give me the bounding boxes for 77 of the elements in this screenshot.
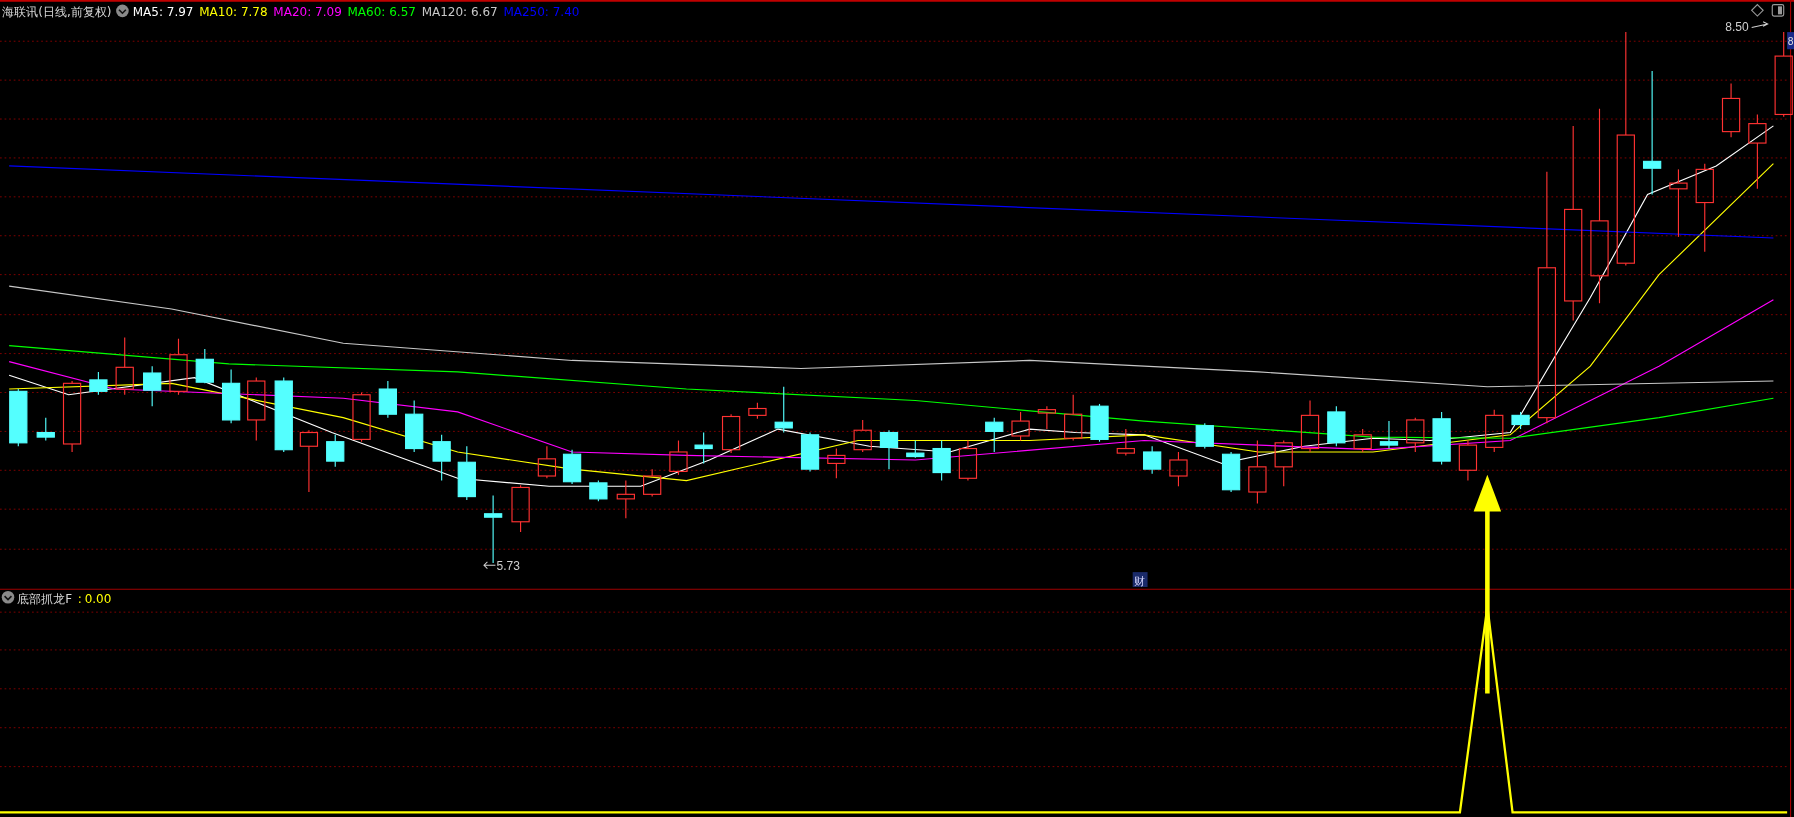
candlestick bbox=[669, 439, 688, 476]
candlestick bbox=[721, 413, 741, 454]
candlestick bbox=[1037, 405, 1057, 430]
pointer-arrow-icon bbox=[1751, 21, 1769, 28]
candlestick bbox=[221, 369, 241, 424]
candlestick bbox=[1221, 451, 1241, 493]
moving-average-label: MA5: 7.97 bbox=[132, 5, 194, 20]
candlestick bbox=[457, 445, 476, 501]
price-label: 5.73 bbox=[496, 558, 520, 573]
candlestick bbox=[879, 429, 899, 470]
moving-average-label: MA60: 6.57 bbox=[347, 5, 416, 20]
candlestick bbox=[115, 337, 134, 396]
candlestick bbox=[748, 402, 767, 420]
candlestick bbox=[853, 419, 872, 453]
candlestick bbox=[694, 431, 713, 464]
candlestick bbox=[1721, 83, 1741, 138]
candlestick bbox=[800, 431, 820, 472]
candlestick bbox=[511, 484, 530, 533]
candlestick bbox=[774, 386, 793, 434]
candlestick bbox=[1248, 439, 1267, 505]
candlestick bbox=[1669, 168, 1688, 238]
candlestick bbox=[932, 439, 951, 482]
stock-title: 海联讯(日线,前复权) bbox=[2, 5, 112, 20]
moving-average-label: MA250: 7.40 bbox=[503, 5, 580, 20]
indicator-name: 底部抓龙F bbox=[17, 592, 73, 606]
moving-average-label: MA20: 7.09 bbox=[273, 5, 342, 20]
candlestick bbox=[958, 439, 978, 482]
candlestick bbox=[1300, 399, 1320, 453]
candlestick bbox=[1432, 411, 1451, 466]
candlestick bbox=[432, 434, 451, 482]
candlestick bbox=[326, 434, 345, 468]
moving-average-label: MA120: 6.67 bbox=[421, 5, 498, 20]
candlestick bbox=[1195, 422, 1214, 450]
candlestick bbox=[827, 447, 846, 479]
pointer-arrow-icon bbox=[483, 561, 496, 570]
candlestick bbox=[985, 417, 1004, 453]
candlestick bbox=[1327, 405, 1346, 447]
edge-tab[interactable]: 8 bbox=[1787, 32, 1794, 50]
candlestick bbox=[1090, 403, 1109, 443]
candlestick bbox=[1064, 394, 1083, 442]
indicator-value: 0.00 bbox=[84, 592, 112, 606]
candlestick bbox=[1116, 428, 1135, 456]
candlestick bbox=[1169, 451, 1188, 487]
candlestick bbox=[1511, 411, 1530, 430]
dropdown-icon[interactable] bbox=[1, 591, 15, 604]
candlestick bbox=[1379, 420, 1399, 450]
candlestick bbox=[9, 388, 28, 447]
candlestick bbox=[589, 480, 608, 502]
candlestick bbox=[562, 449, 582, 485]
candlestick bbox=[1011, 411, 1030, 442]
candlestick bbox=[906, 439, 925, 459]
moving-average-label: MA10: 7.78 bbox=[199, 5, 268, 20]
dropdown-icon[interactable] bbox=[116, 4, 129, 18]
candlestick bbox=[247, 377, 266, 442]
candlestick bbox=[1353, 428, 1372, 453]
candlestick bbox=[643, 468, 662, 498]
candlestick bbox=[169, 338, 188, 396]
candlestick bbox=[36, 417, 55, 442]
candlestick bbox=[299, 429, 319, 493]
candlestick bbox=[616, 480, 635, 519]
candlestick bbox=[537, 445, 557, 479]
indicator-separator: : bbox=[77, 592, 82, 606]
candlestick bbox=[89, 371, 108, 396]
candlestick bbox=[195, 348, 214, 384]
candlestick bbox=[378, 380, 397, 419]
diamond-icon[interactable] bbox=[1750, 3, 1764, 17]
candlestick bbox=[1485, 409, 1504, 453]
candlestick bbox=[1274, 439, 1293, 487]
candlestick bbox=[1406, 417, 1425, 453]
panel-icon[interactable] bbox=[1771, 4, 1785, 17]
candlestick bbox=[1143, 445, 1162, 475]
price-label: 8.50 bbox=[1725, 19, 1749, 34]
candlestick bbox=[405, 399, 424, 453]
event-marker[interactable]: 财 bbox=[1133, 574, 1145, 588]
candlestick bbox=[352, 391, 371, 443]
candlestick bbox=[1458, 439, 1478, 482]
candlestick bbox=[143, 365, 162, 407]
